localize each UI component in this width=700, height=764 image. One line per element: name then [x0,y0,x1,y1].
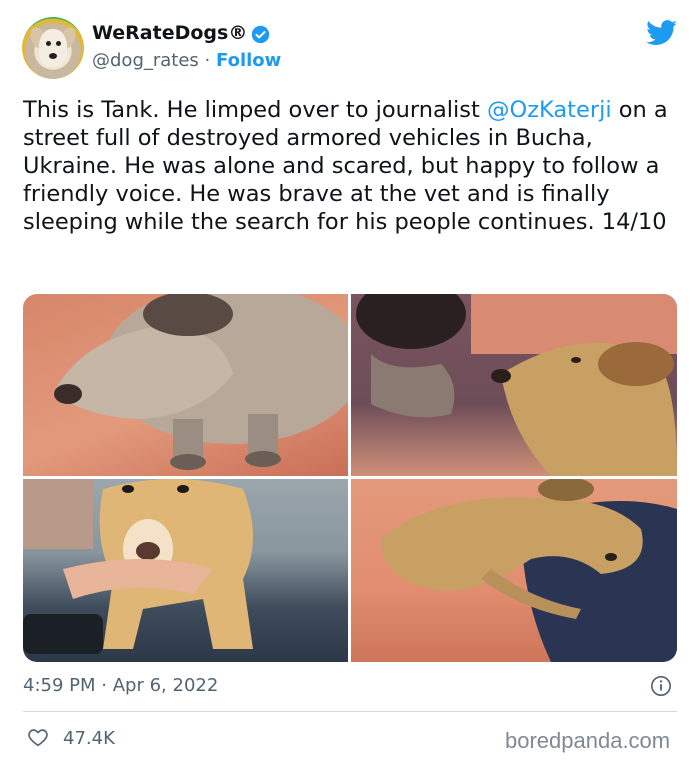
verified-badge-icon [251,25,270,44]
photo-3[interactable] [23,479,348,662]
avatar-eye-left [46,41,51,46]
info-icon[interactable] [650,675,672,697]
photo-1[interactable] [23,294,348,476]
dog-avatar[interactable] [22,17,84,79]
photo-4-illustration [381,479,677,662]
photo-3-illustration [23,479,254,654]
avatar-nose [49,53,57,59]
follow-button[interactable]: Follow [216,50,281,71]
mention-link[interactable]: @OzKaterji [487,97,612,123]
tweet-text-part-1: This is Tank. He limped over to journali… [23,97,487,123]
avatar-face [39,29,67,67]
tweet-text: This is Tank. He limped over to journali… [23,96,673,236]
photo-4[interactable] [351,479,677,662]
watermark: boredpanda.com [505,728,671,753]
heart-icon[interactable] [27,726,49,748]
avatar-eye-right [56,41,61,46]
author-name[interactable]: WeRateDogs® [92,22,247,44]
tweet-date: Apr 6, 2022 [112,675,219,696]
timestamp-separator: · [101,675,107,696]
photo-2[interactable] [351,294,677,476]
twitter-bird-icon[interactable] [646,20,678,46]
handle-separator: · [204,50,211,71]
tweet-time: 4:59 PM [23,675,96,696]
divider [23,711,677,712]
tweet-timestamp[interactable]: 4:59 PM · Apr 6, 2022 [23,675,218,696]
photo-2-illustration [356,294,677,476]
author-handle-row: @dog_rates · Follow [92,50,281,71]
like-count[interactable]: 47.4K [63,728,115,749]
author-handle[interactable]: @dog_rates [92,50,199,71]
photo-grid [23,294,677,662]
photo-1-illustration [53,294,348,470]
